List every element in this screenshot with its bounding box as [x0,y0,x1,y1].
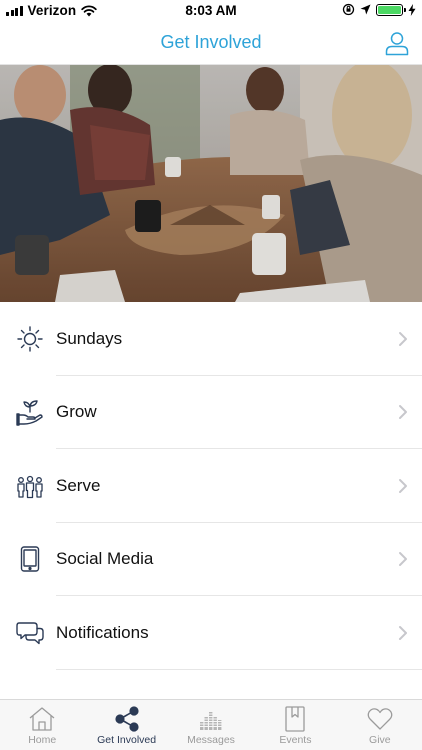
menu-item-label: Grow [56,402,97,422]
status-bar-right [342,3,416,16]
menu-item-label: Notifications [56,622,149,642]
menu-item-notifications[interactable]: Notifications [0,596,422,670]
sun-icon [16,325,44,353]
menu-item-serve[interactable]: Serve [0,449,422,523]
chevron-right-icon [399,478,407,493]
page-title: Get Involved [160,32,262,52]
hero-image [0,65,422,302]
tab-label: Events [279,734,312,746]
menu-item-label: Social Media [56,549,154,569]
battery-level [378,5,401,14]
tab-events[interactable]: Events [253,700,337,750]
menu-item-grow[interactable]: Grow [0,375,422,449]
chevron-right-icon [399,625,407,640]
menu-item-sundays[interactable]: Sundays [0,302,422,376]
hand-sprout-icon [16,398,44,426]
orientation-lock-icon [342,3,355,16]
menu-item-label: Sundays [56,328,123,348]
navigation-bar: Get Involved [0,22,422,65]
bookmark-book-icon [281,706,309,732]
house-icon [28,706,56,732]
profile-button[interactable] [384,30,410,56]
chevron-right-icon [399,552,407,567]
heart-icon [366,706,394,732]
chevron-right-icon [399,331,407,346]
tab-get-involved[interactable]: Get Involved [84,700,168,750]
tab-label: Give [369,734,391,746]
people-group-icon [16,472,44,500]
chat-bubbles-icon [16,619,44,647]
battery-icon [376,3,406,16]
chevron-right-icon [399,405,407,420]
person-outline-icon [385,32,409,56]
share-icon [113,706,141,732]
tab-label: Messages [187,734,235,746]
group-meeting-photo [0,65,422,302]
tab-label: Get Involved [97,734,157,746]
status-bar: Verizon 8:03 AM [0,0,422,22]
menu-item-label: Serve [56,475,101,495]
tab-messages[interactable]: Messages [169,700,253,750]
tab-bar: Home Get Involved Messages Events Give [0,699,422,750]
tab-label: Home [28,734,57,746]
charging-bolt-icon [408,3,416,16]
menu-list: Sundays Grow Serve Social Media Notifica… [0,302,422,670]
tab-home[interactable]: Home [0,700,84,750]
tab-give[interactable]: Give [338,700,422,750]
tablet-icon [16,545,44,573]
menu-item-social-media[interactable]: Social Media [0,522,422,596]
divider [56,668,422,670]
location-arrow-icon [360,4,371,15]
equalizer-icon [197,706,225,732]
